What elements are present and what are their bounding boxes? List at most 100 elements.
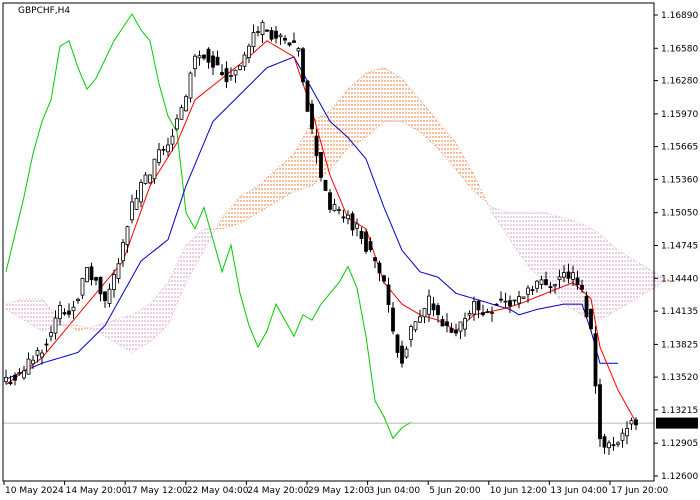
candle (521, 296, 526, 299)
candle-body-bull (607, 442, 611, 449)
candle-body-bear (575, 277, 580, 286)
candle-body-bear (283, 37, 287, 41)
symbol-label: GBPCHF,H4 (18, 6, 70, 16)
candle-body-bear (400, 345, 404, 364)
candle-body-bear (544, 279, 548, 286)
candle-body-bull (175, 118, 179, 130)
candle (188, 71, 193, 103)
candle-body-bear (305, 80, 310, 112)
y-tick-label: 1.14440 (661, 274, 698, 284)
candle-body-bear (611, 444, 616, 447)
candle-body-bear (44, 343, 49, 346)
candle (598, 378, 602, 447)
candle-body-bear (566, 271, 571, 279)
candle-body-bull (629, 420, 634, 425)
x-tick-label: 29 May 12:00 (308, 486, 370, 496)
candle-body-bear (8, 381, 13, 385)
candle-body-bull (116, 263, 121, 279)
candle-body-bull (238, 65, 242, 71)
x-tick-label: 10 Jun 12:00 (490, 486, 547, 496)
candle-body-bull (490, 312, 494, 314)
candle-body-bull (427, 295, 431, 315)
candle-body-bull (170, 135, 175, 145)
candle-body-bear (598, 384, 602, 440)
candle-body-bull (26, 358, 31, 375)
candle (589, 308, 593, 333)
candle-body-bull (557, 276, 562, 280)
candle-body-bear (449, 327, 454, 333)
candle-body-bear (301, 48, 305, 83)
candle-body-bull (625, 427, 629, 437)
candle-body-bear (62, 312, 67, 315)
candle-body-bear (391, 307, 395, 332)
candle-body-bull (616, 442, 620, 445)
candle-body-bear (602, 436, 607, 448)
candle-body-bull (413, 321, 418, 331)
candle-body-bull (53, 317, 58, 334)
candle-body-bear (382, 275, 386, 282)
price-chart[interactable]: 1.16890 1.16580 1.16280 1.15970 1.15665 1.153… (0, 0, 700, 500)
candle-body-bear (499, 298, 503, 301)
y-tick-label: 1.16890 (661, 11, 698, 21)
candle-body-bear (202, 54, 206, 59)
candle (184, 94, 188, 112)
candle-body-bull (85, 267, 89, 283)
candle-body-bull (188, 72, 193, 99)
candle-body-bull (184, 96, 188, 112)
candle-body-bear (265, 29, 269, 32)
candle-body-bear (589, 308, 593, 330)
candle (85, 267, 89, 283)
candle-body-bull (197, 55, 202, 59)
candle-body-bull (409, 326, 413, 340)
candle-body-bull (260, 21, 265, 35)
candle-body-bear (206, 48, 211, 63)
candle-body-bear (224, 68, 229, 83)
candle-body-bull (22, 370, 26, 379)
candle-body-bear (98, 276, 103, 295)
y-tick-label: 1.15050 (661, 209, 698, 219)
candle-body-bear (580, 284, 584, 290)
candle-body-bull (521, 296, 526, 299)
candle-body-bear (341, 216, 346, 219)
y-tick-label: 1.12905 (661, 439, 698, 449)
candle-body-bull (157, 149, 161, 163)
candle-body-bull (404, 348, 409, 358)
candle-body-bull (467, 312, 472, 316)
candle-body-bull (620, 432, 625, 441)
candle-body-bear (89, 266, 94, 281)
candle-body-bull (463, 318, 467, 330)
candle-body-bull (112, 274, 116, 291)
chart-root: 1.16890 1.16580 1.16280 1.15970 1.15665 1.153… (0, 0, 700, 500)
candle-body-bull (247, 45, 251, 58)
candle-body-bear (274, 30, 278, 39)
candle-body-bear (481, 312, 485, 316)
candle-body-bear (220, 72, 224, 75)
candle-body-bear (328, 192, 332, 210)
x-tick-label: 22 May 04:00 (187, 486, 249, 496)
candle-body-bull (526, 287, 530, 295)
candle-body-bull (71, 306, 76, 312)
x-tick-label: 17 May 12:00 (126, 486, 188, 496)
candle-body-bear (310, 103, 314, 129)
current-price-label: 1.13092 (658, 419, 695, 429)
candle-body-bear (634, 419, 638, 426)
candle-body-bear (395, 334, 400, 353)
candle-body-bull (553, 284, 557, 287)
candle-body-bear (103, 291, 107, 301)
candle-body-bull (458, 321, 463, 332)
x-tick-label: 17 Jun 20:00 (611, 486, 668, 496)
candle-body-bull (80, 277, 85, 296)
x-tick-label: 10 May 2024 (5, 486, 64, 496)
candle-body-bear (364, 231, 368, 252)
candle-body-bear (476, 300, 481, 311)
candle-body-bull (4, 376, 8, 383)
candle-body-bear (350, 213, 355, 231)
candle-body-bull (121, 241, 125, 262)
candle-body-bear (292, 40, 296, 43)
candle-body-bull (278, 34, 283, 38)
candle-body-bull (76, 298, 80, 301)
candle (323, 179, 328, 191)
candle (328, 189, 332, 213)
y-tick-label: 1.15970 (661, 110, 698, 120)
candle-body-bear (548, 286, 553, 289)
